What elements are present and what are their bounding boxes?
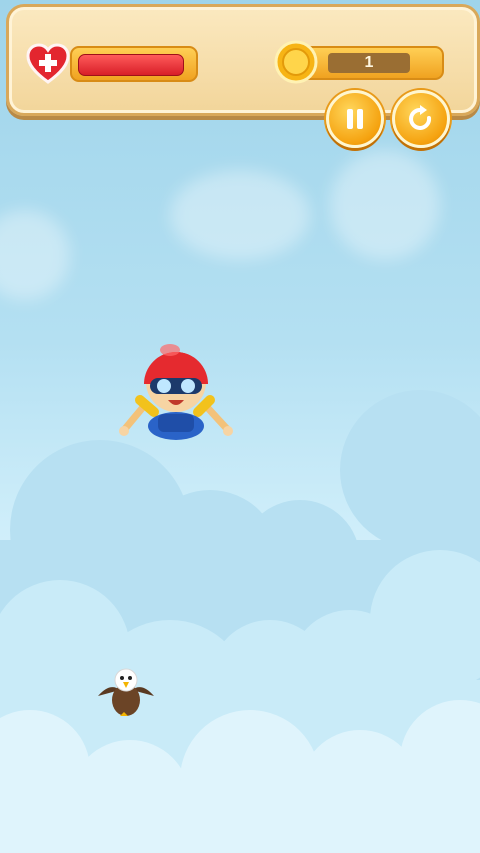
restart-button[interactable] [392,90,450,148]
restart-icon [409,105,432,130]
health-bar-fill [78,54,184,76]
coin-count: 1 [328,53,410,73]
coin-counter: 1 [300,46,444,80]
eagle-enemy [98,668,154,716]
pause-button[interactable] [326,90,384,148]
skydiver-character [119,344,233,440]
health-bar [70,46,198,82]
pause-icon [347,109,363,129]
coin-icon [274,40,318,84]
game-stage[interactable]: 1 [0,0,480,853]
heart-plus-icon [26,43,70,84]
